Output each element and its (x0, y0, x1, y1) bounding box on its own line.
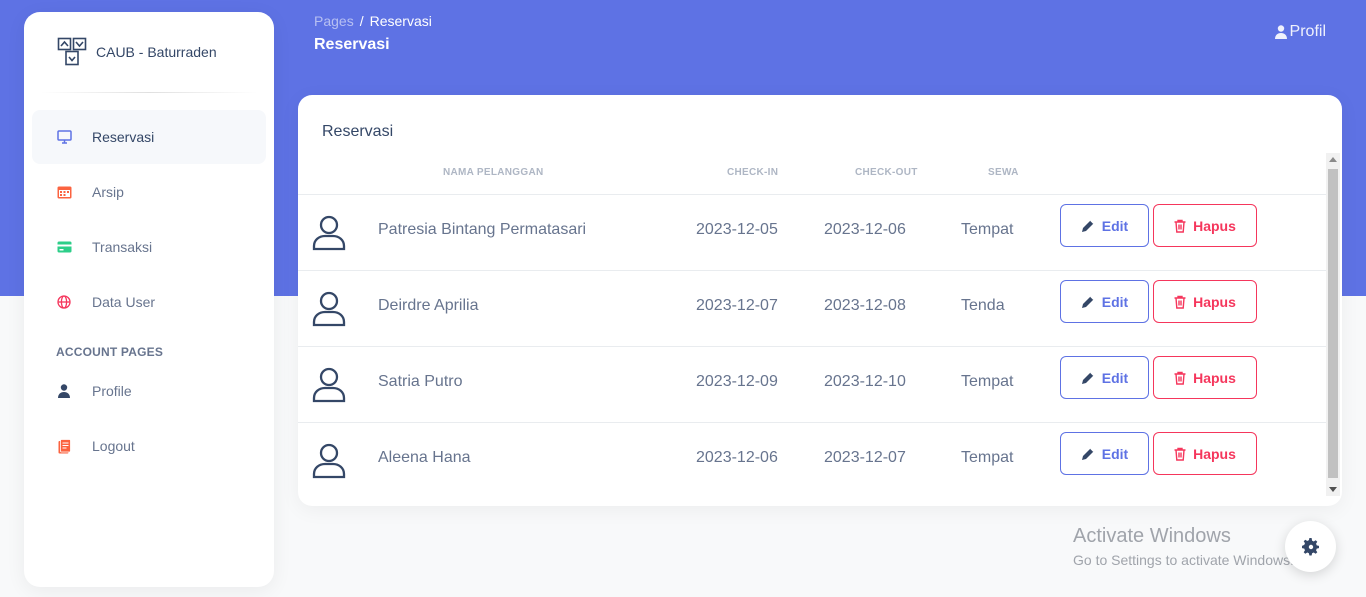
scroll-down-arrow-icon[interactable] (1329, 487, 1337, 492)
document-icon (56, 438, 72, 454)
user-avatar-icon (312, 215, 346, 251)
scroll-up-arrow-icon[interactable] (1329, 157, 1337, 162)
reservasi-card: Reservasi NAMA PELANGGAN CHECK-IN CHECK-… (298, 95, 1342, 506)
vertical-scrollbar[interactable] (1326, 153, 1340, 496)
delete-label: Hapus (1193, 217, 1236, 234)
table-row: Deirdre Aprilia 2023-12-07 2023-12-08 Te… (298, 271, 1326, 347)
user-avatar-icon (312, 367, 346, 403)
topbar: Pages / Reservasi Reservasi (314, 13, 432, 54)
sidebar-item-label: Transaksi (92, 239, 153, 255)
pencil-icon (1081, 219, 1094, 232)
scrollbar-thumb[interactable] (1328, 169, 1338, 478)
edit-label: Edit (1101, 445, 1129, 462)
calendar-icon (56, 184, 72, 200)
sidebar-nav: Reservasi Arsip Transaksi Data User ACCO… (24, 110, 274, 473)
cell-checkin: 2023-12-07 (696, 297, 778, 314)
delete-label: Hapus (1193, 445, 1236, 462)
breadcrumb-separator: / (359, 13, 364, 29)
sidebar-item-profile[interactable]: Profile (32, 364, 266, 418)
user-icon (56, 383, 72, 399)
cell-checkin: 2023-12-06 (696, 449, 778, 466)
edit-label: Edit (1101, 217, 1129, 234)
cell-checkout: 2023-12-10 (824, 373, 906, 390)
sidebar: CAUB - Baturraden Reservasi Arsip Transa… (24, 12, 274, 587)
sidebar-item-label: Profile (92, 383, 132, 399)
sidebar-item-transaksi[interactable]: Transaksi (32, 220, 266, 274)
card-title: Reservasi (322, 123, 394, 140)
monitor-icon (56, 129, 72, 145)
delete-button[interactable]: Hapus (1153, 204, 1257, 247)
sidebar-item-label: Logout (92, 438, 135, 454)
table-row: Patresia Bintang Permatasari 2023-12-05 … (298, 195, 1326, 271)
column-header-checkout: CHECK-OUT (855, 167, 918, 178)
settings-button[interactable] (1285, 521, 1336, 572)
section-title-account: ACCOUNT PAGES (56, 345, 164, 359)
delete-button[interactable]: Hapus (1153, 432, 1257, 475)
brand-name: CAUB - Baturraden (96, 44, 217, 60)
credit-card-icon (56, 239, 72, 255)
user-avatar-icon (312, 443, 346, 479)
trash-icon (1174, 371, 1186, 385)
sidebar-item-label: Arsip (92, 184, 124, 200)
cell-name: Patresia Bintang Permatasari (378, 221, 587, 238)
table-row: Aleena Hana 2023-12-06 2023-12-07 Tempat… (298, 423, 1326, 499)
edit-button[interactable]: Edit (1060, 432, 1149, 475)
breadcrumb-current: Reservasi (369, 13, 432, 29)
user-icon (1274, 25, 1287, 39)
delete-label: Hapus (1193, 293, 1236, 310)
profile-label: Profil (1289, 23, 1326, 40)
cell-name: Aleena Hana (378, 449, 471, 466)
breadcrumb: Pages / Reservasi (314, 13, 432, 29)
cell-checkin: 2023-12-09 (696, 373, 778, 390)
watermark-subtitle: Go to Settings to activate Windows. (1073, 552, 1294, 568)
delete-label: Hapus (1193, 369, 1236, 386)
sidebar-item-label: Reservasi (92, 129, 155, 145)
cell-sewa: Tempat (961, 221, 1014, 238)
divider (40, 92, 258, 93)
table-row: Satria Putro 2023-12-09 2023-12-10 Tempa… (298, 347, 1326, 423)
table-header: NAMA PELANGGAN CHECK-IN CHECK-OUT SEWA (298, 153, 1326, 195)
cell-name: Satria Putro (378, 373, 463, 390)
delete-button[interactable]: Hapus (1153, 356, 1257, 399)
globe-icon (56, 294, 72, 310)
reservasi-table: NAMA PELANGGAN CHECK-IN CHECK-OUT SEWA P… (298, 153, 1326, 499)
cell-checkout: 2023-12-06 (824, 221, 906, 238)
logo-icon (57, 37, 87, 67)
pencil-icon (1081, 371, 1094, 384)
page-title: Reservasi (314, 36, 390, 53)
column-header-nama: NAMA PELANGGAN (443, 167, 544, 178)
sidebar-item-logout[interactable]: Logout (32, 419, 266, 473)
edit-button[interactable]: Edit (1060, 280, 1149, 323)
edit-button[interactable]: Edit (1060, 356, 1149, 399)
profile-link[interactable]: Profil (1274, 23, 1326, 41)
cell-name: Deirdre Aprilia (378, 297, 479, 314)
column-header-checkin: CHECK-IN (727, 167, 779, 178)
cell-checkout: 2023-12-07 (824, 449, 906, 466)
cell-checkout: 2023-12-08 (824, 297, 906, 314)
breadcrumb-root[interactable]: Pages (314, 13, 354, 29)
sidebar-item-label: Data User (92, 294, 156, 310)
cell-sewa: Tempat (961, 373, 1014, 390)
trash-icon (1174, 219, 1186, 233)
sidebar-item-arsip[interactable]: Arsip (32, 165, 266, 219)
sidebar-item-reservasi[interactable]: Reservasi (32, 110, 266, 164)
pencil-icon (1081, 447, 1094, 460)
pencil-icon (1081, 295, 1094, 308)
edit-label: Edit (1101, 369, 1129, 386)
cell-checkin: 2023-12-05 (696, 221, 778, 238)
brand[interactable]: CAUB - Baturraden (24, 12, 274, 92)
cell-sewa: Tempat (961, 449, 1014, 466)
delete-button[interactable]: Hapus (1153, 280, 1257, 323)
cell-sewa: Tenda (961, 297, 1005, 314)
trash-icon (1174, 295, 1186, 309)
sidebar-item-data-user[interactable]: Data User (32, 275, 266, 329)
edit-label: Edit (1101, 293, 1129, 310)
edit-button[interactable]: Edit (1060, 204, 1149, 247)
user-avatar-icon (312, 291, 346, 327)
watermark-title: Activate Windows (1073, 525, 1231, 547)
windows-activation-watermark: Activate Windows Go to Settings to activ… (1073, 525, 1294, 568)
trash-icon (1174, 447, 1186, 461)
column-header-sewa: SEWA (988, 167, 1019, 178)
gear-icon (1301, 537, 1321, 557)
